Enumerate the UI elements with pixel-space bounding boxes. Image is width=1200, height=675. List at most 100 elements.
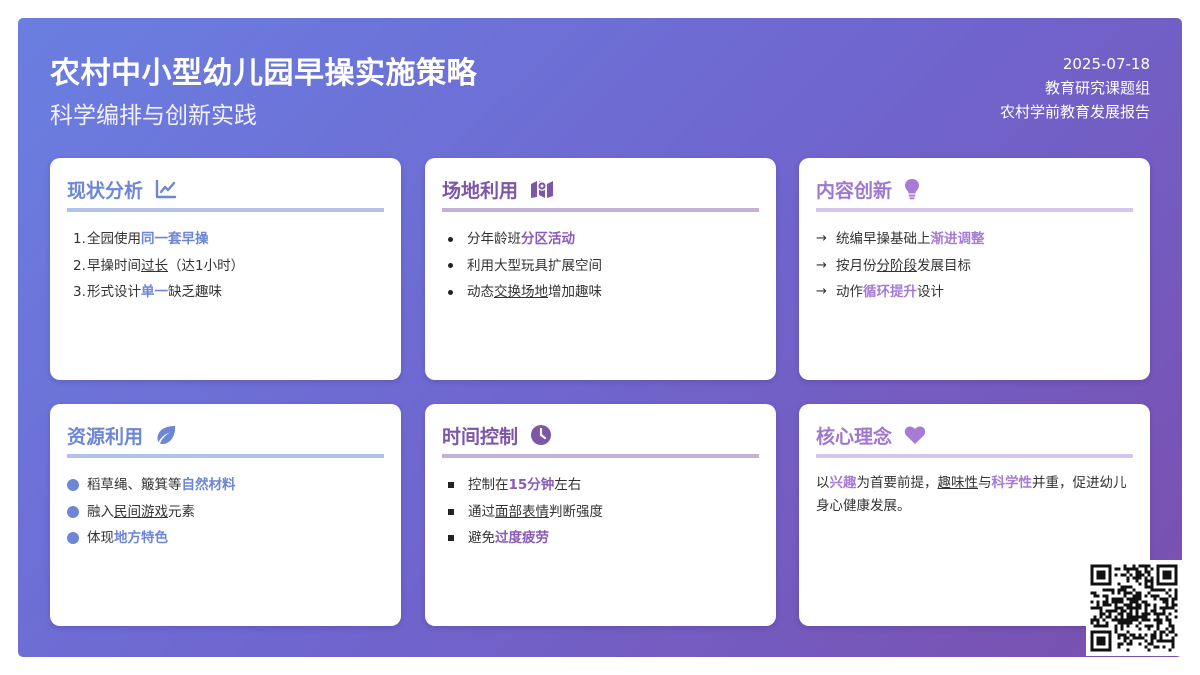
list-item: 避免 过度疲劳	[442, 525, 759, 552]
item-text: 全园使用	[87, 231, 141, 247]
content-list: → 统编早操基础上 渐进调整 → 按月份 分阶段 发展目标 → 动作 循环提升 设计	[816, 226, 1133, 306]
item-text: 统编早操基础上	[836, 231, 931, 247]
list-item: → 按月份 分阶段 发展目标	[816, 253, 1133, 280]
list-item: 1. 全园使用 同一套早操	[67, 226, 384, 253]
card-content: 内容创新 → 统编早操基础上 渐进调整 → 按月份 分阶段 发展目标 → 动作 循环提升…	[799, 158, 1150, 380]
item-text: 分年龄班	[467, 231, 521, 247]
bullet-square	[448, 482, 454, 489]
arrow-icon: →	[816, 257, 827, 273]
para-text: 与	[978, 475, 992, 491]
card-title: 场地利用	[442, 179, 519, 202]
card-header: 内容创新	[816, 174, 1133, 212]
item-text: 融入	[87, 503, 114, 520]
para-text: 以	[816, 475, 830, 491]
item-text: 避免	[468, 530, 495, 546]
card-title: 内容创新	[816, 179, 893, 202]
list-item: 利用大型玩具扩展空间	[442, 253, 759, 280]
item-highlight: 15分钟	[508, 477, 555, 493]
card-time: 时间控制 控制在 15分钟 左右 通过 面部表情 判断强度 避免 过度疲劳	[425, 404, 776, 626]
card-title: 现状分析	[67, 179, 144, 202]
slide: 农村中小型幼儿园早操实施策略 科学编排与创新实践 2025-07-18 教育研究…	[18, 18, 1182, 657]
list-item: 3. 形式设计 单一 缺乏趣味	[67, 279, 384, 306]
item-underline: 民间游戏	[114, 503, 168, 520]
bullet-circle	[67, 532, 79, 545]
item-underline: 交换场地	[494, 284, 548, 300]
item-highlight: 地方特色	[114, 530, 168, 546]
item-text: 形式设计	[87, 284, 141, 300]
arrow-icon: →	[816, 231, 827, 246]
list-item: 体现 地方特色	[67, 525, 384, 552]
list-item: → 统编早操基础上 渐进调整	[816, 226, 1133, 253]
item-text: 增加趣味	[548, 284, 602, 300]
item-underline: 分阶段	[876, 257, 918, 274]
author-text: 教育研究课题组	[1044, 79, 1150, 97]
item-highlight: 过度疲劳	[495, 530, 549, 546]
item-text: 利用大型玩具扩展空间	[467, 257, 602, 274]
arrow-icon: →	[816, 284, 827, 299]
item-text: （达1小时）	[168, 257, 245, 274]
item-text: 判断强度	[549, 503, 603, 520]
para-text: 为首要前提，	[856, 475, 938, 491]
item-underline: 面部表情	[495, 503, 549, 520]
item-text: 发展目标	[917, 257, 971, 274]
card-resource: 资源利用 稻草绳、簸箕等 自然材料 融入 民间游戏 元素 体现 地方特色	[50, 404, 401, 626]
lightbulb-icon	[904, 178, 920, 200]
card-title: 核心理念	[816, 425, 893, 448]
list-item: → 动作 循环提升 设计	[816, 279, 1133, 306]
card-header: 资源利用	[67, 420, 384, 458]
item-text: 早操时间	[87, 257, 141, 274]
card-header: 场地利用	[442, 174, 759, 212]
item-text: 动态	[467, 284, 494, 300]
bullet-square	[448, 508, 454, 515]
item-text: 设计	[917, 284, 944, 300]
list-item: 2. 早操时间 过长 （达1小时）	[67, 253, 384, 280]
list-number: 2.	[73, 257, 86, 274]
item-text: 按月份	[836, 257, 877, 274]
list-item: 稻草绳、簸箕等 自然材料	[67, 472, 384, 499]
space-list: 分年龄班 分区活动 利用大型玩具扩展空间 动态 交换场地 增加趣味	[442, 226, 759, 306]
bullet-circle	[67, 479, 79, 492]
status-list: 1. 全园使用 同一套早操 2. 早操时间 过长 （达1小时） 3. 形式设计 单一 缺乏…	[67, 226, 384, 306]
date-text: 2025-07-18	[1062, 55, 1150, 73]
card-space: 场地利用 分年龄班 分区活动 利用大型玩具扩展空间 动态 交换场地 增加趣味	[425, 158, 776, 380]
item-highlight: 单一	[141, 284, 168, 300]
card-title: 资源利用	[67, 425, 144, 448]
para-underline: 趣味性	[937, 475, 979, 491]
report-text: 农村学前教育发展报告	[999, 103, 1150, 121]
item-text: 控制在	[468, 477, 509, 493]
item-highlight: 渐进调整	[930, 231, 985, 247]
list-item: 动态 交换场地 增加趣味	[442, 279, 759, 306]
list-item: 控制在 15分钟 左右	[442, 472, 759, 499]
para-highlight: 兴趣	[829, 475, 857, 491]
item-text: 左右	[554, 477, 582, 493]
clock-icon	[530, 424, 552, 446]
item-text: 缺乏趣味	[168, 284, 222, 300]
heart-icon	[904, 425, 926, 445]
meta-info: 2025-07-18 教育研究课题组 农村学前教育发展报告	[1000, 52, 1150, 124]
card-header: 时间控制	[442, 420, 759, 458]
list-item: 通过 面部表情 判断强度	[442, 499, 759, 526]
item-text: 通过	[468, 503, 495, 520]
item-text: 体现	[87, 530, 114, 546]
bullet-dot	[448, 263, 453, 269]
bullet-circle	[67, 505, 79, 518]
item-highlight: 自然材料	[181, 477, 236, 493]
core-paragraph: 以兴趣为首要前提，趣味性与科学性并重，促进幼儿身心健康发展。	[816, 472, 1131, 518]
list-number: 1.	[73, 231, 86, 247]
item-highlight: 同一套早操	[141, 231, 209, 247]
qr-code-image	[1090, 564, 1178, 652]
item-underline: 过长	[141, 257, 168, 274]
card-title: 时间控制	[442, 425, 519, 448]
card-header: 核心理念	[816, 420, 1133, 458]
item-highlight: 循环提升	[863, 284, 917, 300]
resource-list: 稻草绳、簸箕等 自然材料 融入 民间游戏 元素 体现 地方特色	[67, 472, 384, 552]
qr-code	[1086, 560, 1182, 656]
leaf-icon	[155, 425, 177, 445]
list-item: 融入 民间游戏 元素	[67, 499, 384, 526]
item-text: 稻草绳、簸箕等	[87, 477, 182, 493]
item-highlight: 分区活动	[521, 231, 575, 247]
list-item: 分年龄班 分区活动	[442, 226, 759, 253]
chart-line-icon	[155, 179, 177, 199]
card-status: 现状分析 1. 全园使用 同一套早操 2. 早操时间 过长 （达1小时） 3. 形式设…	[50, 158, 401, 380]
map-icon	[530, 179, 554, 199]
